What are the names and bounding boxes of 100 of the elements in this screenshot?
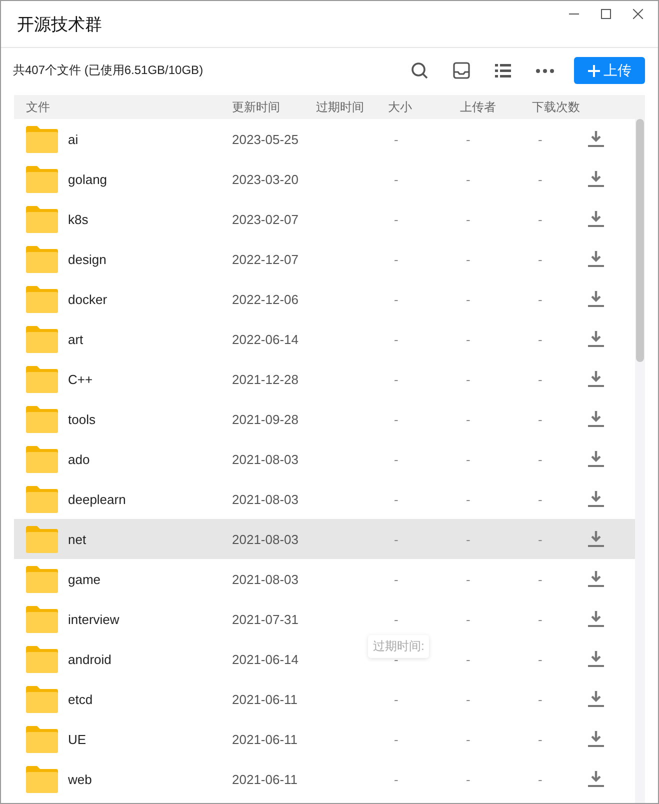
download-button[interactable] [587, 250, 605, 268]
folder-icon [26, 766, 58, 792]
table-cell-text: - [537, 532, 542, 546]
table-cell-text: 2023-02-07 [231, 212, 298, 226]
file-summary: 共407个文件 (已使用6.51GB/10GB) [13, 62, 204, 79]
file-name: ado [68, 452, 90, 466]
download-button[interactable] [587, 490, 605, 508]
table-cell-text: 2022-12-06 [231, 292, 298, 306]
table-cell-text: - [465, 212, 470, 226]
download-button[interactable] [587, 450, 605, 468]
table-cell-text: 2023-05-25 [231, 132, 298, 146]
table-cell-text: 2021-09-28 [231, 412, 298, 426]
download-button[interactable] [587, 130, 605, 148]
download-button[interactable] [587, 690, 605, 708]
folder-icon [26, 366, 58, 392]
table-cell-text: - [537, 372, 542, 386]
file-name: golang [68, 172, 108, 186]
column-header[interactable]: 文件 [14, 98, 50, 116]
folder-icon [26, 126, 58, 152]
column-header[interactable]: 下载次数 [520, 98, 580, 116]
table-cell-text: 2021-08-03 [231, 532, 298, 546]
inbox-icon [452, 62, 470, 79]
download-icon [587, 690, 605, 708]
folder-icon [26, 566, 58, 592]
folder-icon [26, 166, 58, 192]
table-cell-text: - [393, 732, 398, 746]
table-cell-text: - [465, 572, 470, 586]
table-cell-text: - [393, 692, 398, 706]
download-button[interactable] [587, 770, 605, 788]
table-cell-text: - [393, 332, 398, 346]
plus-icon [588, 64, 600, 76]
folder-icon [26, 606, 58, 632]
table-cell-text: - [393, 532, 398, 546]
download-icon [587, 170, 605, 188]
table-cell-text: - [537, 292, 542, 306]
table-cell-text: - [393, 772, 398, 786]
table-cell-text: - [537, 492, 542, 506]
download-icon [587, 370, 605, 388]
download-button[interactable] [587, 570, 605, 588]
download-icon [587, 650, 605, 668]
table-cell-text: - [393, 572, 398, 586]
maximize-icon [601, 9, 611, 19]
scrollbar[interactable] [635, 119, 645, 803]
table-cell-text: - [537, 252, 542, 266]
folder-icon [26, 526, 58, 552]
table-cell-text: 2021-08-03 [231, 572, 298, 586]
column-header[interactable]: 大小 [376, 98, 412, 116]
download-icon [587, 490, 605, 508]
table-cell-text: 2021-08-03 [231, 452, 298, 466]
table-cell-text: - [537, 612, 542, 626]
download-button[interactable] [587, 370, 605, 388]
download-button[interactable] [587, 290, 605, 308]
download-icon [587, 570, 605, 588]
column-header[interactable]: 过期时间 [304, 98, 364, 116]
table-cell-text: - [465, 252, 470, 266]
table-cell-text: 2021-06-11 [231, 732, 298, 746]
table-cell-text: - [393, 412, 398, 426]
table-cell-text: - [393, 252, 398, 266]
download-button[interactable] [587, 410, 605, 428]
table-cell-text: - [537, 172, 542, 186]
table-cell-text: - [465, 332, 470, 346]
folder-icon [26, 246, 58, 272]
download-button[interactable] [587, 170, 605, 188]
file-name: art [68, 332, 84, 346]
file-name: interview [68, 612, 120, 626]
folder-icon [26, 486, 58, 512]
folder-icon [26, 286, 58, 312]
file-name: design [68, 252, 106, 266]
download-button[interactable] [587, 210, 605, 228]
file-row[interactable]: net 2021-08-03 - - - [14, 519, 635, 559]
column-header[interactable]: 上传者 [448, 98, 496, 116]
table-cell-text: - [537, 692, 542, 706]
column-header[interactable]: 更新时间 [220, 98, 280, 116]
table-cell-text: 2021-06-14 [231, 652, 298, 666]
download-button[interactable] [587, 730, 605, 748]
download-button[interactable] [587, 650, 605, 668]
file-name: game [68, 572, 101, 586]
download-button[interactable] [587, 610, 605, 628]
download-icon [587, 330, 605, 348]
download-button[interactable] [587, 530, 605, 548]
file-name: k8s [68, 212, 88, 226]
table-cell-text: 2022-06-14 [231, 332, 298, 346]
table-cell-text: - [537, 572, 542, 586]
file-name: docker [68, 292, 108, 306]
table-cell-text: - [393, 212, 398, 226]
table-cell-text: - [465, 532, 470, 546]
table-cell-text: - [393, 132, 398, 146]
table-cell-text: - [465, 452, 470, 466]
table-cell-text: - [537, 332, 542, 346]
download-icon [587, 730, 605, 748]
download-button[interactable] [587, 330, 605, 348]
upload-button[interactable]: 上传 [574, 57, 645, 84]
folder-icon [26, 326, 58, 352]
more-icon [536, 68, 554, 72]
download-icon [587, 610, 605, 628]
scrollbar-thumb[interactable] [636, 119, 644, 362]
file-name: etcd [68, 692, 93, 706]
download-icon [587, 210, 605, 228]
file-name: ai [68, 132, 78, 146]
search-icon [410, 62, 428, 79]
